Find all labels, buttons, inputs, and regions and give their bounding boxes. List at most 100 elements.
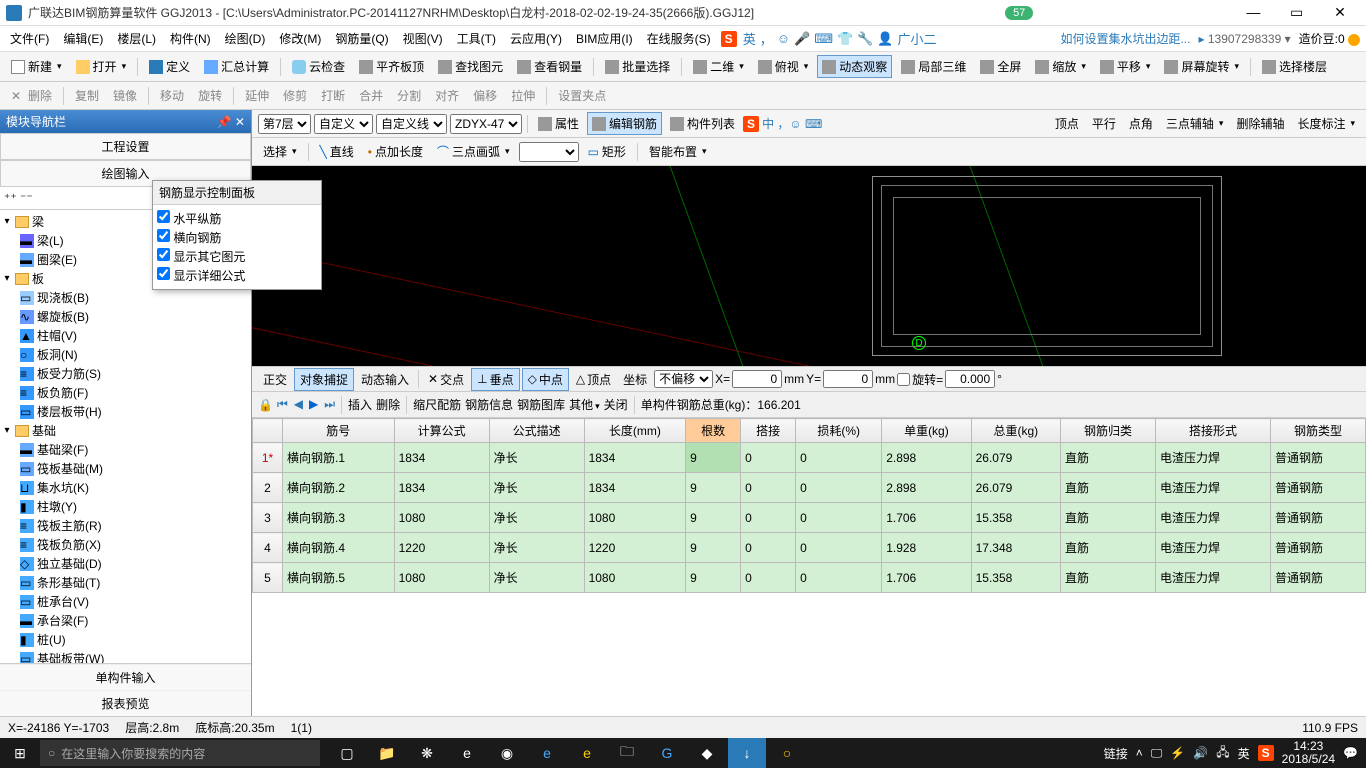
table-row[interactable]: 3横向钢筋.31080净长10809001.70615.358直筋电渣压力焊普通… xyxy=(253,503,1366,533)
app-icon-9[interactable]: ◆ xyxy=(688,738,726,768)
menu-rebar[interactable]: 钢筋量(Q) xyxy=(331,30,392,47)
tray-sogou-icon[interactable]: S xyxy=(1258,745,1274,761)
tree-isofooting[interactable]: ◇独立基础(D) xyxy=(2,554,249,573)
ortho-toggle[interactable]: 正交 xyxy=(258,369,292,390)
tree-raft[interactable]: ▭筏板基础(M) xyxy=(2,459,249,478)
notification-badge[interactable]: 57 xyxy=(1005,6,1033,20)
delete-row[interactable]: 删除 xyxy=(376,396,400,413)
open-button[interactable]: 打开 xyxy=(71,55,132,78)
category-select[interactable]: 自定义 xyxy=(314,114,373,134)
local3d-button[interactable]: 局部三维 xyxy=(896,55,971,78)
rotate-input[interactable] xyxy=(945,370,995,388)
tray-volume-icon[interactable]: 🔊 xyxy=(1193,746,1208,760)
view3d-button[interactable]: 二维 xyxy=(688,55,749,78)
tray-up-icon[interactable]: ˄ xyxy=(1136,746,1143,760)
tree-castslab[interactable]: ▭现浇板(B) xyxy=(2,288,249,307)
cortana-search[interactable]: ○ 在这里输入你要搜索的内容 xyxy=(40,740,320,766)
table-row[interactable]: 2横向钢筋.21834净长18349002.89826.079直筋电渣压力焊普通… xyxy=(253,473,1366,503)
tray-notifications-icon[interactable]: 💬 xyxy=(1343,746,1358,760)
app-icon-5[interactable]: e xyxy=(528,738,566,768)
pin-icon[interactable]: 📌 ✕ xyxy=(217,115,245,129)
ime-lang[interactable]: 英 xyxy=(743,29,756,48)
menu-modify[interactable]: 修改(M) xyxy=(275,30,325,47)
screenrot-button[interactable]: 屏幕旋转 xyxy=(1159,55,1244,78)
break-button[interactable]: 打断 xyxy=(316,84,350,107)
tree-stripfooting[interactable]: ▭条形基础(T) xyxy=(2,573,249,592)
menu-cloud[interactable]: 云应用(Y) xyxy=(506,30,566,47)
rebar-data-grid[interactable]: 筋号 计算公式 公式描述 长度(mm) 根数 搭接 损耗(%) 单重(kg) 总… xyxy=(252,418,1366,716)
extend-button[interactable]: 延伸 xyxy=(240,84,274,107)
ime-user-icon[interactable]: 👤 xyxy=(877,31,893,47)
tree-floorstrip[interactable]: ▭楼层板带(H) xyxy=(2,402,249,421)
y-input[interactable] xyxy=(823,370,873,388)
menu-draw[interactable]: 绘图(D) xyxy=(221,30,270,47)
stretch-button[interactable]: 拉伸 xyxy=(506,84,540,107)
opt-horizontal[interactable]: 水平纵筋 xyxy=(157,209,317,228)
collapse-all-icon[interactable]: ⁻⁻ xyxy=(20,191,33,205)
tree-raftneg[interactable]: ≡筏板负筋(X) xyxy=(2,535,249,554)
menu-edit[interactable]: 编辑(E) xyxy=(59,30,107,47)
perp-snap[interactable]: ⊥垂点 xyxy=(471,368,519,391)
nav-first[interactable]: ⏮ xyxy=(277,397,288,412)
zoom-button[interactable]: 缩放 xyxy=(1030,55,1091,78)
opt-showdetail[interactable]: 显示详细公式 xyxy=(157,266,317,285)
menu-online[interactable]: 在线服务(S) xyxy=(643,30,715,47)
menu-tools[interactable]: 工具(T) xyxy=(453,30,500,47)
scalematch-button[interactable]: 缩尺配筋 xyxy=(413,396,461,413)
tree-slabneg[interactable]: ≡板负筋(F) xyxy=(2,383,249,402)
copy-button[interactable]: 复制 xyxy=(70,84,104,107)
rect-tool[interactable]: ▭矩形 xyxy=(583,140,631,163)
mirror-button[interactable]: 镜像 xyxy=(108,84,142,107)
ime-cn-icon[interactable]: 中 ，☺ ⌨ xyxy=(762,115,822,132)
define-button[interactable]: 定义 xyxy=(144,55,195,78)
arc3-tool[interactable]: ⌒三点画弧 xyxy=(432,140,515,163)
threepoint-button[interactable]: 三点辅轴 xyxy=(1161,112,1229,135)
tree-colcap[interactable]: ▲柱帽(V) xyxy=(2,326,249,345)
parallel-button[interactable]: 平行 xyxy=(1087,112,1121,135)
ime-floating-icon[interactable]: S xyxy=(743,116,759,132)
setorigin-button[interactable]: 设置夹点 xyxy=(553,84,611,107)
maximize-button[interactable]: ▭ xyxy=(1277,4,1317,21)
tree-pile[interactable]: ▮桩(U) xyxy=(2,630,249,649)
sumcalc-button[interactable]: 汇总计算 xyxy=(199,55,274,78)
tray-link[interactable]: 链接 xyxy=(1104,745,1128,762)
app-icon-1[interactable]: 📁 xyxy=(368,738,406,768)
tree-capbeam[interactable]: ▬承台梁(F) xyxy=(2,611,249,630)
delete-button[interactable]: ✕删除 xyxy=(6,84,57,107)
menu-floor[interactable]: 楼层(L) xyxy=(113,30,160,47)
editrebar-button[interactable]: 编辑钢筋 xyxy=(587,112,662,135)
memberlist-button[interactable]: 构件列表 xyxy=(665,112,740,135)
close-button[interactable]: ✕ xyxy=(1320,4,1360,21)
tree-sump[interactable]: ⊔集水坑(K) xyxy=(2,478,249,497)
app-icon-2[interactable]: ❋ xyxy=(408,738,446,768)
nav-next[interactable]: ▶ xyxy=(309,397,318,412)
menu-view[interactable]: 视图(V) xyxy=(399,30,447,47)
dyninput-toggle[interactable]: 动态输入 xyxy=(356,369,414,390)
rebarlib-button[interactable]: 钢筋图库 xyxy=(517,396,565,413)
app-icon-10[interactable]: ↓ xyxy=(728,738,766,768)
nav-prev[interactable]: ◀ xyxy=(294,397,303,412)
dynview-button[interactable]: 动态观察 xyxy=(817,55,892,78)
table-row[interactable]: 1*横向钢筋.11834净长18349002.89826.079直筋电渣压力焊普… xyxy=(253,443,1366,473)
x-input[interactable] xyxy=(732,370,782,388)
close-panel[interactable]: 关闭 xyxy=(604,396,628,413)
offset-button[interactable]: 偏移 xyxy=(468,84,502,107)
pointangle-button[interactable]: 点角 xyxy=(1124,112,1158,135)
split-button[interactable]: 分割 xyxy=(392,84,426,107)
batchsel-button[interactable]: 批量选择 xyxy=(600,55,675,78)
pan-button[interactable]: 平移 xyxy=(1095,55,1156,78)
selectfloor-button[interactable]: 选择楼层 xyxy=(1257,55,1332,78)
line-tool[interactable]: ╲直线 xyxy=(315,140,359,163)
trim-button[interactable]: 修剪 xyxy=(278,84,312,107)
lock-icon[interactable]: 🔒 xyxy=(258,398,273,412)
offset-select[interactable]: 不偏移 xyxy=(654,370,713,388)
tray-net-icon[interactable]: 🖧 xyxy=(1216,743,1229,764)
cloudcheck-button[interactable]: 云检查 xyxy=(287,55,350,78)
app-icon-6[interactable]: e xyxy=(568,738,606,768)
tree-fbeam[interactable]: ▬基础梁(F) xyxy=(2,440,249,459)
fullscreen-button[interactable]: 全屏 xyxy=(975,55,1026,78)
tree-fslabstrip[interactable]: ▭基础板带(W) xyxy=(2,649,249,663)
tree-pier[interactable]: ▮柱墩(Y) xyxy=(2,497,249,516)
rebar-display-panel[interactable]: 钢筋显示控制面板 水平纵筋 横向钢筋 显示其它图元 显示详细公式 xyxy=(152,180,322,290)
insert-row[interactable]: 插入 xyxy=(348,396,372,413)
